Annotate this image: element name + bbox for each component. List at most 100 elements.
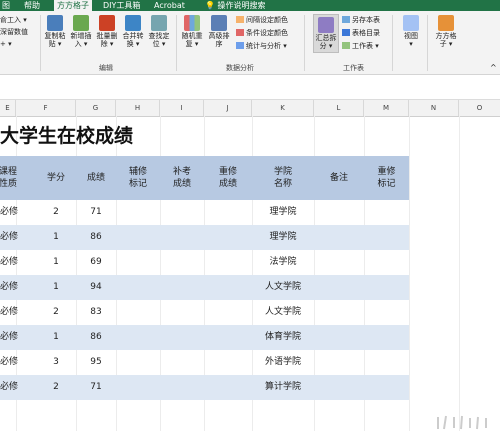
partial-button-3[interactable]: + ▾ [0,40,12,49]
table-cell[interactable]: 2 [36,375,76,400]
sheet-title[interactable]: 大学生在校成绩 [0,121,133,148]
table-cell[interactable]: 必修 [0,225,18,250]
table-cell[interactable]: 1 [36,275,76,300]
table-row: 必修 1 69 法学院 [0,250,409,275]
ffgz-button[interactable]: 方方格 子 ▾ [432,15,460,48]
ribbon-separator [304,15,305,71]
column-header[interactable]: K [252,100,314,116]
copy-paste-button[interactable]: 复制粘 贴 ▾ [43,15,67,48]
table-cell[interactable]: 71 [76,200,116,225]
view-label: 视图 ▾ [404,32,418,48]
table-header-cell[interactable]: 学院 名称 [252,156,314,200]
table-cell[interactable]: 必修 [0,275,18,300]
summary-split-button[interactable]: 汇总拆 分 ▾ [313,14,339,53]
table-cell[interactable]: 必修 [0,325,18,350]
table-cell[interactable]: 2 [36,300,76,325]
table-header-cell[interactable]: 补考 成绩 [160,156,204,200]
interval-color-button[interactable]: 间隔设定颜色 [236,16,288,25]
sheet-directory-icon [342,29,350,36]
table-cell[interactable]: 2 [36,200,76,225]
conditional-color-button[interactable]: 条件设定颜色 [236,29,288,38]
table-cell[interactable]: 必修 [0,200,18,225]
table-cell[interactable]: 法学院 [252,250,314,275]
gridline [459,116,460,431]
advanced-sort-button[interactable]: 高级排 序 [206,15,232,48]
table-cell[interactable]: 算计学院 [252,375,314,400]
random-repeat-label: 随机重 复 ▾ [181,32,203,48]
tab-search[interactable]: 💡 操作说明搜索 [205,0,266,11]
table-header-cell[interactable]: 重修 成绩 [204,156,252,200]
view-button[interactable]: 视图 ▾ [399,15,423,48]
column-header[interactable]: M [364,100,409,116]
table-cell[interactable]: 理学院 [252,225,314,250]
worksheet-grid[interactable]: 大学生在校成绩 课程 性质 学分 成绩 辅修 标记 补考 成绩 重修 成绩 学院… [0,116,500,431]
table-row: 必修 1 94 人文学院 [0,275,409,300]
table-cell[interactable]: 71 [76,375,116,400]
collapse-ribbon-icon[interactable]: ^ [490,63,497,72]
table-cell[interactable]: 外语学院 [252,350,314,375]
partial-button-2[interactable]: 深留数值 [0,28,28,37]
table-cell[interactable]: 理学院 [252,200,314,225]
column-header[interactable]: F [16,100,76,116]
table-header-cell[interactable]: 课程 性质 [0,156,22,200]
merge-convert-button[interactable]: 合并转 换 ▾ [121,15,145,48]
table-cell[interactable]: 69 [76,250,116,275]
table-cell[interactable]: 人文学院 [252,275,314,300]
find-locate-button[interactable]: 查找定 位 ▾ [147,15,171,48]
advanced-sort-icon [211,15,227,31]
tab-partial[interactable]: 图 [2,0,10,11]
save-sheet-label: 另存本表 [352,16,380,24]
table-cell[interactable]: 1 [36,225,76,250]
table-header-cell[interactable]: 备注 [314,156,364,200]
table-cell[interactable]: 83 [76,300,116,325]
column-header[interactable]: H [116,100,160,116]
table-cell[interactable]: 必修 [0,350,18,375]
statistics-button[interactable]: 统计与分析 ▾ [236,42,287,51]
table-header-cell[interactable]: 学分 [36,156,76,200]
table-cell[interactable]: 94 [76,275,116,300]
random-repeat-button[interactable]: 随机重 复 ▾ [180,15,204,48]
table-row: 必修 2 71 理学院 [0,200,409,225]
table-header-cell[interactable]: 成绩 [76,156,116,200]
column-header[interactable]: I [160,100,204,116]
sheet-group-label: 工作表 [343,64,364,72]
table-row: 必修 3 95 外语学院 [0,350,409,375]
table-cell[interactable]: 1 [36,250,76,275]
table-header-cell[interactable]: 辅修 标记 [116,156,160,200]
column-header[interactable]: L [314,100,364,116]
partial-button-1[interactable]: 俞工入 ▾ [0,16,27,25]
tab-help[interactable]: 帮助 [24,0,40,11]
worksheet-button[interactable]: 工作表 ▾ [342,42,379,51]
table-header-cell[interactable]: 重修 标记 [364,156,409,200]
insert-button[interactable]: 新增插 入 ▾ [69,15,93,48]
table-cell[interactable]: 95 [76,350,116,375]
table-cell[interactable]: 体育学院 [252,325,314,350]
tab-ffgz[interactable]: 方方格子 [54,0,92,11]
table-cell[interactable]: 必修 [0,250,18,275]
column-header[interactable]: G [76,100,116,116]
merge-convert-label: 合并转 换 ▾ [122,32,144,48]
batch-delete-button[interactable]: 批量删 除 ▾ [95,15,119,48]
column-header[interactable]: O [459,100,500,116]
ribbon-separator [176,15,177,71]
copy-paste-label: 复制粘 贴 ▾ [44,32,66,48]
column-header[interactable]: E [0,100,16,116]
ribbon-separator [427,15,428,71]
tab-acrobat[interactable]: Acrobat [154,0,185,11]
find-locate-label: 查找定 位 ▾ [148,32,170,48]
sheet-directory-button[interactable]: 表格目录 [342,29,380,38]
table-cell[interactable]: 3 [36,350,76,375]
ribbon-separator [392,15,393,71]
table-cell[interactable]: 人文学院 [252,300,314,325]
save-sheet-button[interactable]: 另存本表 [342,16,380,25]
column-header-row: E F G H I J K L M N O [0,99,500,117]
table-cell[interactable]: 86 [76,325,116,350]
table-cell[interactable]: 1 [36,325,76,350]
tab-diy-toolbox[interactable]: DIY工具箱 [103,0,140,11]
column-header[interactable]: N [409,100,459,116]
table-cell[interactable]: 86 [76,225,116,250]
column-header[interactable]: J [204,100,252,116]
advanced-sort-label: 高级排 序 [208,32,230,48]
table-cell[interactable]: 必修 [0,375,18,400]
table-cell[interactable]: 必修 [0,300,18,325]
